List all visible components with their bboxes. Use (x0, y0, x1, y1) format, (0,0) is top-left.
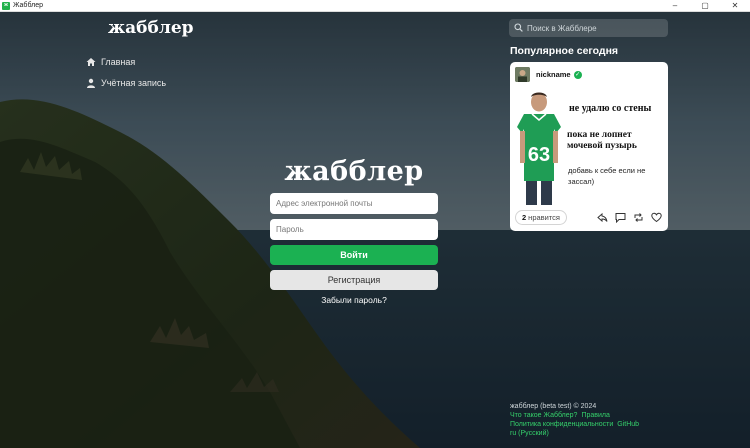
footer-link-github[interactable]: GitHub (617, 421, 639, 428)
window-controls: – ▢ ✕ (660, 0, 750, 12)
close-button[interactable]: ✕ (720, 0, 750, 12)
app-icon-letter: ж (4, 2, 8, 8)
likes-label: нравится (528, 212, 560, 222)
footer-link-about[interactable]: Что такое Жабблер? (510, 412, 577, 419)
meme-line-3a: добавь к себе если не (568, 166, 646, 175)
home-icon (86, 57, 96, 67)
sidebar-item-label: Учётная запись (101, 77, 167, 88)
footer-link-language[interactable]: ru (Русский) (510, 430, 549, 437)
post-username[interactable]: nickname (536, 70, 571, 79)
email-field[interactable] (270, 193, 438, 214)
search-icon (514, 19, 523, 37)
search-box[interactable]: Поиск в Жабблере (509, 19, 668, 37)
search-placeholder: Поиск в Жабблере (527, 23, 597, 33)
comment-icon[interactable] (615, 212, 626, 223)
sidebar-item-home[interactable]: Главная (86, 51, 166, 72)
share-icon[interactable] (597, 212, 608, 223)
minimize-button[interactable]: – (660, 0, 690, 12)
sidebar-item-label: Главная (101, 56, 136, 67)
post-footer: 2 нравится (515, 209, 662, 225)
window-title: Жабблер (13, 2, 44, 9)
popular-title: Популярное сегодня (510, 45, 619, 57)
post-image[interactable]: 63 не удалю со стены пока не лопнет моче… (514, 89, 664, 206)
jersey-number: 63 (528, 144, 550, 166)
heart-icon[interactable] (651, 212, 662, 223)
likes-badge[interactable]: 2 нравится (515, 209, 567, 225)
login-button[interactable]: Войти (270, 245, 438, 265)
forgot-password-link[interactable]: Забыли пароль? (270, 295, 438, 305)
register-button[interactable]: Регистрация (270, 270, 438, 290)
footer-copyright: жабблер (beta test) © 2024 (510, 403, 597, 410)
post-card[interactable]: nickname ✓ 63 не удалю со стены пока не … (510, 62, 668, 231)
meme-line-2: пока не лопнет мочевой пузырь (567, 130, 637, 153)
meme-line-2b: мочевой пузырь (567, 141, 637, 152)
footer: жабблер (beta test) © 2024 Что такое Жаб… (510, 402, 643, 438)
meme-line-2a: пока не лопнет (567, 130, 632, 140)
sidebar-logo[interactable]: жабблер (108, 18, 194, 38)
post-actions (597, 212, 662, 223)
meme-line-3: добавь к себе если не зассал) (568, 166, 662, 188)
check-icon: ✓ (573, 70, 582, 79)
person-figure: 63 (517, 92, 561, 205)
footer-link-privacy[interactable]: Политика конфиденциальности (510, 421, 613, 428)
login-logo: жабблер (284, 156, 424, 187)
meme-line-3b: зассал) (568, 176, 595, 186)
window-titlebar: ж Жабблер – ▢ ✕ (0, 0, 750, 12)
user-icon (86, 78, 96, 88)
maximize-button[interactable]: ▢ (690, 0, 720, 12)
likes-count: 2 (522, 212, 527, 222)
sidebar-item-account[interactable]: Учётная запись (86, 72, 166, 93)
avatar[interactable] (515, 67, 530, 82)
footer-link-rules[interactable]: Правила (581, 412, 609, 419)
meme-line-1: не удалю со стены (569, 103, 652, 114)
password-field[interactable] (270, 219, 438, 240)
post-header: nickname ✓ (515, 67, 582, 82)
app-icon: ж (2, 1, 10, 10)
sidebar-nav: Главная Учётная запись (86, 51, 166, 93)
repost-icon[interactable] (633, 212, 644, 223)
